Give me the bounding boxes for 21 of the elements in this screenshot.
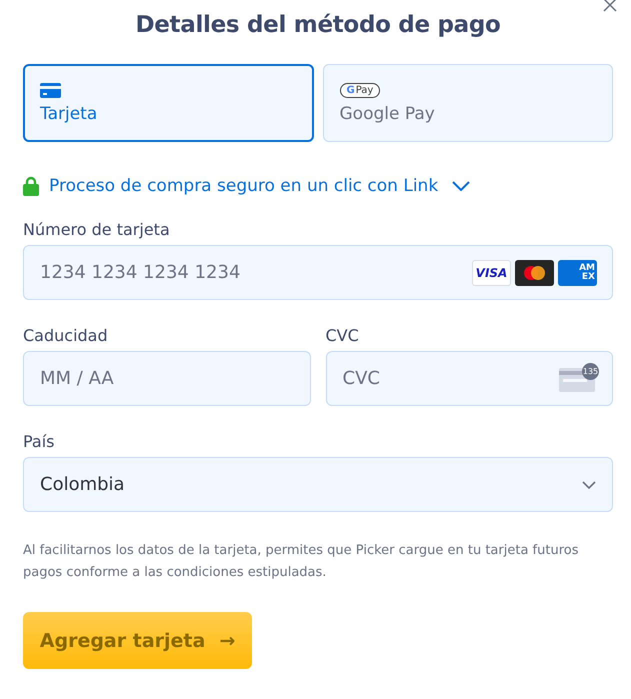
field-label: Caducidad <box>23 326 109 345</box>
link-toggle[interactable]: Proceso de compra seguro en un clic con Link <box>23 176 470 196</box>
country-select[interactable]: Colombia <box>23 457 613 512</box>
disclaimer-text: Al facilitarnos los datos de la tarjeta, permites que Picker cargue en tu tarjeta futuros pagos conforme a las condiciones estipuladas. <box>23 542 580 582</box>
close-icon[interactable] <box>603 0 617 12</box>
amex-logo: AM EX <box>558 260 597 286</box>
chevron-icon <box>452 181 470 191</box>
field-label: País <box>23 432 56 451</box>
field-label: CVC <box>326 326 360 345</box>
lock-icon <box>23 176 39 196</box>
payment-method-tab[interactable]: Tarjeta <box>23 64 314 142</box>
chevron-down-icon <box>582 480 596 488</box>
visa-logo: VISA <box>472 260 511 286</box>
payment-method-tab[interactable]: G Pay Google Pay <box>322 64 613 142</box>
google-pay-logo: G Pay <box>340 82 380 98</box>
dialog-title: Detalles del método de pago <box>134 12 502 38</box>
mastercard-logo <box>515 260 554 286</box>
credit-card-icon <box>40 82 61 98</box>
expiry-field[interactable]: MM / AA <box>23 351 310 406</box>
add-card-button[interactable]: Agregar tarjeta → <box>23 612 252 669</box>
field-label: Número de tarjeta <box>23 220 171 239</box>
